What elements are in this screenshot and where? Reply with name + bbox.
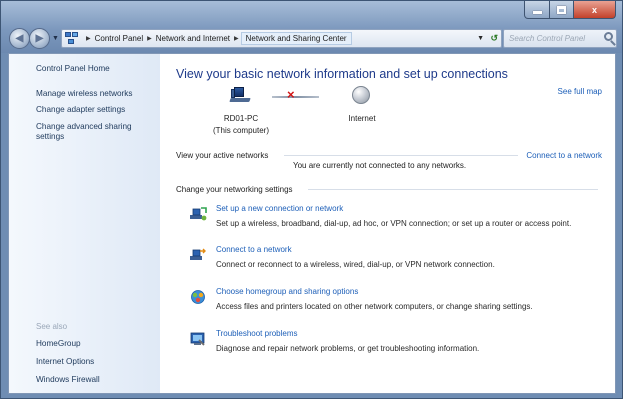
close-button[interactable]: x — [574, 1, 616, 19]
sidebar-item-control-panel-home[interactable]: Control Panel Home — [36, 64, 154, 74]
troubleshoot-icon[interactable] — [189, 331, 207, 347]
main-panel: View your basic network information and … — [160, 54, 615, 393]
maximize-icon — [557, 5, 566, 14]
connection-line — [272, 96, 319, 98]
see-full-map-link[interactable]: See full map — [558, 87, 602, 96]
connect-network-description: Connect or reconnect to a wireless, wire… — [216, 260, 495, 269]
close-icon: x — [591, 4, 597, 15]
connect-network-icon[interactable] — [189, 247, 207, 263]
computer-icon[interactable] — [229, 87, 251, 105]
arrow-right-icon: ▶ — [35, 33, 44, 44]
address-bar[interactable]: ▶ Control Panel ▶ Network and Internet ▶… — [61, 29, 502, 48]
control-panel-icon — [65, 32, 79, 45]
breadcrumb-network-and-sharing-center[interactable]: Network and Sharing Center — [240, 32, 352, 45]
computer-sub-label: (This computer) — [212, 126, 269, 135]
troubleshoot-link[interactable]: Troubleshoot problems — [216, 329, 298, 338]
disconnected-x-icon[interactable]: × — [287, 87, 295, 102]
search-placeholder: Search Control Panel — [509, 34, 586, 43]
internet-globe-icon[interactable] — [352, 86, 370, 104]
navigation-bar: ◀ ▶ ▼ ▶ Control Panel ▶ Network and Inte… — [9, 28, 617, 50]
new-connection-icon[interactable] — [189, 206, 207, 222]
troubleshoot-description: Diagnose and repair network problems, or… — [216, 344, 480, 353]
title-bar[interactable]: x ◀ ▶ ▼ ▶ Control Panel ▶ Network and In… — [1, 1, 622, 53]
breadcrumb-network-and-internet[interactable]: Network and Internet — [156, 34, 230, 43]
active-networks-label: View your active networks — [176, 151, 269, 160]
homegroup-sharing-description: Access files and printers located on oth… — [216, 302, 533, 311]
breadcrumb-control-panel[interactable]: Control Panel — [95, 34, 143, 43]
divider — [308, 189, 598, 190]
content-pane: Control Panel Home Manage wireless netwo… — [8, 53, 616, 394]
caption-buttons: x — [524, 1, 616, 19]
refresh-icon[interactable]: ↺ — [490, 33, 498, 44]
see-also-heading: See also — [36, 322, 68, 331]
setup-connection-link[interactable]: Set up a new connection or network — [216, 204, 343, 213]
address-dropdown-icon[interactable]: ▼ — [477, 35, 484, 42]
sidebar: Control Panel Home Manage wireless netwo… — [9, 54, 160, 393]
search-icon[interactable] — [604, 32, 613, 41]
no-connection-status: You are currently not connected to any n… — [293, 161, 467, 170]
homegroup-icon[interactable] — [189, 289, 207, 305]
chevron-right-icon[interactable]: ▶ — [147, 35, 152, 42]
page-title: View your basic network information and … — [176, 67, 508, 81]
sidebar-item-internet-options[interactable]: Internet Options — [36, 357, 154, 367]
sidebar-item-change-advanced-sharing-settings[interactable]: Change advanced sharing settings — [36, 122, 154, 142]
internet-label: Internet — [348, 114, 376, 123]
minimize-icon — [532, 11, 542, 14]
sidebar-item-windows-firewall[interactable]: Windows Firewall — [36, 375, 154, 385]
search-input[interactable]: Search Control Panel — [503, 29, 617, 48]
networking-settings-label: Change your networking settings — [176, 185, 293, 194]
minimize-button[interactable] — [524, 1, 550, 19]
chevron-right-icon[interactable]: ▶ — [86, 35, 91, 42]
sidebar-item-homegroup[interactable]: HomeGroup — [36, 339, 154, 349]
explorer-window: x ◀ ▶ ▼ ▶ Control Panel ▶ Network and In… — [0, 0, 623, 399]
sidebar-item-manage-wireless-networks[interactable]: Manage wireless networks — [36, 89, 154, 99]
connect-to-network-link[interactable]: Connect to a network — [526, 151, 602, 160]
computer-name-label: RD01-PC — [223, 114, 259, 123]
arrow-left-icon: ◀ — [15, 33, 24, 44]
recent-pages-dropdown[interactable]: ▼ — [52, 35, 59, 42]
chevron-right-icon[interactable]: ▶ — [234, 35, 239, 42]
back-button[interactable]: ◀ — [9, 28, 30, 49]
divider — [284, 155, 518, 156]
connect-network-link[interactable]: Connect to a network — [216, 245, 292, 254]
sidebar-item-change-adapter-settings[interactable]: Change adapter settings — [36, 105, 154, 115]
homegroup-sharing-link[interactable]: Choose homegroup and sharing options — [216, 287, 358, 296]
setup-connection-description: Set up a wireless, broadband, dial-up, a… — [216, 219, 572, 228]
forward-button[interactable]: ▶ — [29, 28, 50, 49]
maximize-button[interactable] — [550, 1, 574, 19]
